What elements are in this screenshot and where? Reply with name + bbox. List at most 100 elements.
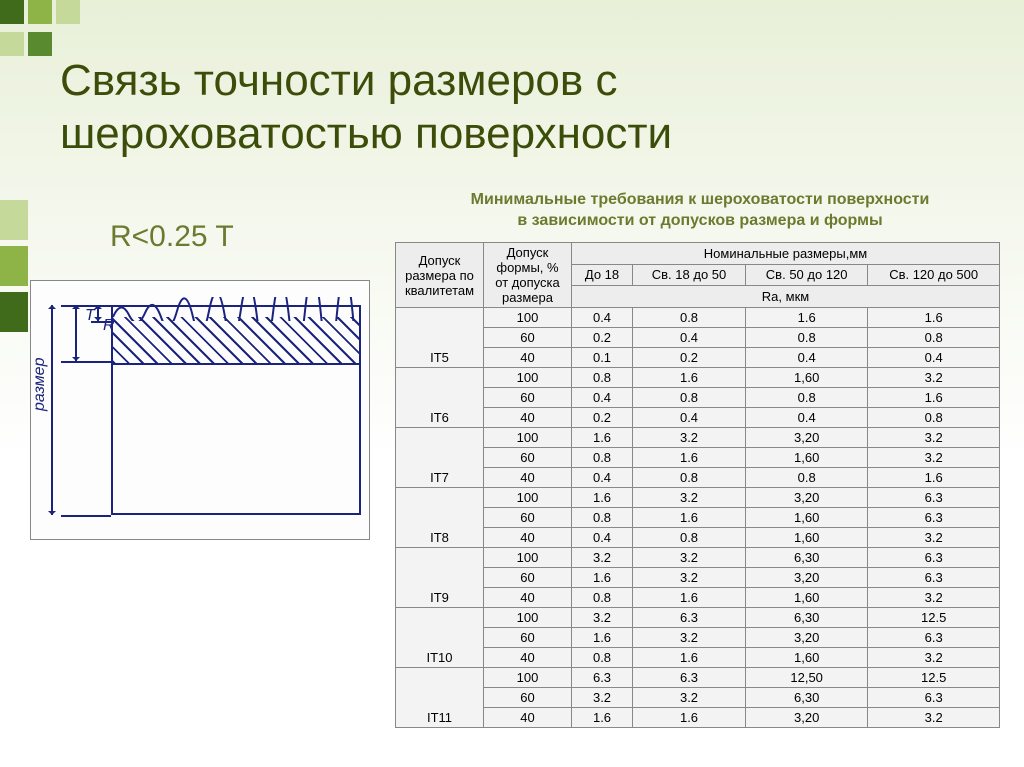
value-cell: 6.3 (868, 628, 1000, 648)
it-cell: IT6 (396, 368, 484, 428)
value-cell: 0.2 (572, 408, 633, 428)
it-cell: IT9 (396, 548, 484, 608)
value-cell: 0.8 (633, 308, 746, 328)
value-cell: 3,20 (746, 568, 868, 588)
value-cell: 1.6 (572, 428, 633, 448)
value-cell: 1.6 (633, 648, 746, 668)
value-cell: 0.4 (868, 348, 1000, 368)
th-range-2: Св. 18 до 50 (633, 264, 746, 286)
value-cell: 0.8 (746, 468, 868, 488)
value-cell: 1.6 (633, 708, 746, 728)
table-row: IT71001.63.23,203.2 (396, 428, 1000, 448)
th-quality: Допуск размера по квалитетам (396, 243, 484, 308)
value-cell: 3,20 (746, 628, 868, 648)
subtitle-line-1: Минимальные требования к шероховатости п… (471, 191, 930, 208)
value-cell: 1,60 (746, 368, 868, 388)
value-cell: 0.2 (572, 328, 633, 348)
value-cell: 12.5 (868, 668, 1000, 688)
value-cell: 3.2 (868, 368, 1000, 388)
value-cell: 1.6 (572, 488, 633, 508)
value-cell: 0.8 (633, 388, 746, 408)
table-row: 400.40.80.81.6 (396, 468, 1000, 488)
value-cell: 3,20 (746, 428, 868, 448)
table-row: 603.23.26,306.3 (396, 688, 1000, 708)
title-line-2: шероховатостью поверхности (60, 109, 672, 158)
pct-cell: 100 (484, 488, 572, 508)
slide-title: Связь точности размеров с шероховатостью… (60, 55, 672, 161)
value-cell: 3.2 (868, 528, 1000, 548)
it-cell: IT8 (396, 488, 484, 548)
pct-cell: 40 (484, 648, 572, 668)
pct-cell: 40 (484, 588, 572, 608)
value-cell: 0.4 (572, 388, 633, 408)
value-cell: 0.4 (572, 528, 633, 548)
value-cell: 6.3 (572, 668, 633, 688)
th-ra: Ra, мкм (572, 286, 1000, 308)
value-cell: 1.6 (868, 388, 1000, 408)
value-cell: 3.2 (633, 628, 746, 648)
value-cell: 0.8 (746, 388, 868, 408)
value-cell: 1,60 (746, 528, 868, 548)
value-cell: 0.8 (572, 448, 633, 468)
pct-cell: 40 (484, 408, 572, 428)
it-cell: IT11 (396, 668, 484, 728)
pct-cell: 60 (484, 688, 572, 708)
it-cell: IT10 (396, 608, 484, 668)
value-cell: 3.2 (868, 588, 1000, 608)
value-cell: 3,20 (746, 488, 868, 508)
value-cell: 3.2 (633, 428, 746, 448)
table-row: IT61000.81.61,603.2 (396, 368, 1000, 388)
pct-cell: 60 (484, 628, 572, 648)
value-cell: 0.8 (572, 588, 633, 608)
subtitle-line-2: в зависимости от допусков размера и форм… (517, 212, 882, 229)
value-cell: 1.6 (633, 588, 746, 608)
pct-cell: 100 (484, 548, 572, 568)
diagram-label-size: размер (31, 358, 49, 411)
value-cell: 0.8 (746, 328, 868, 348)
table-row: IT101003.26.36,3012.5 (396, 608, 1000, 628)
table-row: 601.63.23,206.3 (396, 628, 1000, 648)
pct-cell: 60 (484, 448, 572, 468)
value-cell: 0.8 (633, 468, 746, 488)
decorative-squares-top (0, 0, 200, 56)
table-row: 401.61.63,203.2 (396, 708, 1000, 728)
value-cell: 6.3 (633, 668, 746, 688)
value-cell: 0.8 (572, 648, 633, 668)
value-cell: 0.8 (572, 368, 633, 388)
th-nominal: Номинальные размеры,мм (572, 243, 1000, 265)
value-cell: 3.2 (868, 428, 1000, 448)
value-cell: 1.6 (633, 448, 746, 468)
value-cell: 1.6 (572, 568, 633, 588)
table-row: IT111006.36.312,5012.5 (396, 668, 1000, 688)
value-cell: 0.8 (572, 508, 633, 528)
pct-cell: 100 (484, 368, 572, 388)
value-cell: 1.6 (633, 368, 746, 388)
value-cell: 0.8 (868, 408, 1000, 428)
decorative-squares-side (0, 200, 28, 338)
table-row: 600.81.61,603.2 (396, 448, 1000, 468)
value-cell: 3.2 (572, 688, 633, 708)
pct-cell: 60 (484, 508, 572, 528)
table-row: 400.10.20.40.4 (396, 348, 1000, 368)
value-cell: 3,20 (746, 708, 868, 728)
value-cell: 12,50 (746, 668, 868, 688)
value-cell: 3.2 (868, 448, 1000, 468)
value-cell: 6.3 (633, 608, 746, 628)
pct-cell: 100 (484, 428, 572, 448)
table-row: 601.63.23,206.3 (396, 568, 1000, 588)
value-cell: 1.6 (572, 708, 633, 728)
value-cell: 1,60 (746, 448, 868, 468)
value-cell: 6,30 (746, 548, 868, 568)
pct-cell: 100 (484, 668, 572, 688)
table-row: 400.20.40.40.8 (396, 408, 1000, 428)
pct-cell: 40 (484, 708, 572, 728)
value-cell: 1.6 (868, 468, 1000, 488)
th-range-3: Св. 50 до 120 (746, 264, 868, 286)
value-cell: 0.8 (633, 528, 746, 548)
it-cell: IT5 (396, 308, 484, 368)
roughness-table: Допуск размера по квалитетам Допуск форм… (395, 242, 1000, 728)
value-cell: 1,60 (746, 648, 868, 668)
value-cell: 6.3 (868, 688, 1000, 708)
title-line-1: Связь точности размеров с (60, 56, 618, 105)
value-cell: 3.2 (572, 548, 633, 568)
